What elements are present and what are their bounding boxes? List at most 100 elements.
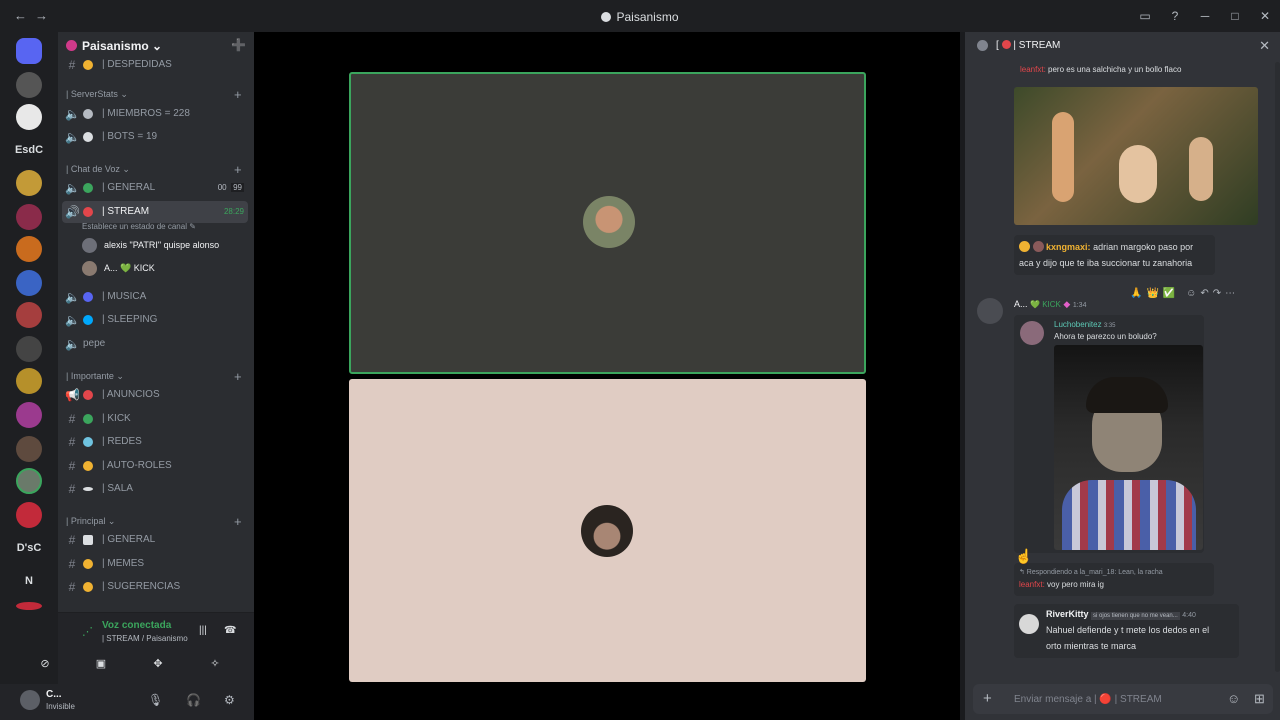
channel-general[interactable]: # | GENERAL — [62, 529, 248, 551]
close-icon[interactable]: ✕ — [1259, 38, 1270, 54]
server-icon-text[interactable]: N — [10, 575, 48, 587]
server-icon[interactable] — [16, 270, 42, 296]
voice-channel-musica[interactable]: 🔈 | MUSICA — [62, 286, 248, 308]
add-attachment-icon[interactable]: + — [983, 690, 992, 707]
channel-sugerencias[interactable]: # | SUGERENCIAS — [62, 576, 248, 598]
message-author[interactable]: leanfxt: — [1020, 65, 1046, 74]
scrollbar[interactable] — [1275, 62, 1280, 672]
voice-channel-sleeping[interactable]: 🔈 | SLEEPING — [62, 309, 248, 331]
channel-bots[interactable]: 🔈 | BOTS = 19 — [62, 126, 248, 148]
noise-suppression-icon[interactable]: ||| — [199, 625, 207, 636]
signal-icon[interactable]: ⋰ — [82, 625, 93, 638]
message-author[interactable]: kxngmaxi: — [1046, 242, 1091, 252]
soundboard-icon[interactable]: ✧ — [204, 657, 226, 670]
inbox-icon[interactable]: ▭ — [1130, 9, 1160, 23]
camera-off-icon[interactable]: ⊘ — [34, 657, 56, 670]
message-text: orto mientras te marca — [1046, 641, 1137, 651]
discord-home-icon[interactable] — [16, 38, 42, 64]
channel-status-prompt[interactable]: Establece un estado de canal ✎ — [82, 222, 196, 231]
server-list: EsdC D'sC N — [0, 32, 58, 720]
reply-reference[interactable]: ↰ Respondiendo a la_mari_18: Lean, la ra… — [1019, 568, 1163, 576]
server-icon[interactable] — [16, 336, 42, 362]
server-name[interactable]: Paisanismo ⌄ — [82, 39, 162, 53]
category-importante[interactable]: | Importante ⌄ + — [66, 369, 242, 384]
channel-anuncios[interactable]: 📢 | ANUNCIOS — [62, 384, 248, 406]
voice-action-bar: ⊘ ▣ ✥ ✧ — [40, 653, 254, 677]
webcam-image[interactable] — [1054, 345, 1203, 550]
channel-memes[interactable]: # | MEMES — [62, 553, 248, 575]
server-icon[interactable] — [16, 170, 42, 196]
server-icon-active[interactable] — [16, 468, 42, 494]
server-icon-text[interactable]: EsdC — [10, 144, 48, 156]
add-channel-icon[interactable]: + — [234, 369, 242, 384]
server-header[interactable]: Paisanismo ⌄ ➕ — [58, 32, 254, 58]
zzz-icon — [83, 315, 93, 325]
category-chat-de-voz[interactable]: | Chat de Voz ⌄ + — [66, 162, 242, 177]
message-author[interactable]: A... — [1014, 299, 1028, 309]
channel-despedidas[interactable]: # | DESPEDIDAS — [62, 58, 248, 72]
input-placeholder[interactable]: Enviar mensaje a | 🔴 | STREAM — [1014, 694, 1162, 705]
category-serverstats[interactable]: | ServerStats ⌄ + — [66, 87, 242, 102]
server-icon[interactable] — [16, 204, 42, 230]
channel-redes[interactable]: # | REDES — [62, 431, 248, 453]
speaker-icon: 🔈 — [65, 107, 80, 121]
quoted-author[interactable]: Luchobenitez — [1054, 320, 1102, 329]
voice-channel-link[interactable]: | STREAM / Paisanismo — [102, 634, 188, 643]
channel-miembros[interactable]: 🔈 | MIEMBROS = 228 — [62, 103, 248, 125]
disconnect-icon[interactable]: ☎ — [224, 625, 236, 636]
hash-icon: # — [68, 58, 76, 72]
shirt — [1062, 480, 1196, 550]
server-icon-text[interactable]: D'sC — [10, 542, 48, 554]
voice-channel-stream[interactable]: 🔊 | STREAM 28:29 — [62, 201, 248, 223]
server-icon[interactable] — [16, 436, 42, 462]
add-channel-icon[interactable]: + — [234, 162, 242, 177]
user-name[interactable]: C... — [46, 689, 62, 700]
voice-user[interactable]: alexis "PATRI" quispe alonso — [82, 236, 242, 256]
channel-sala[interactable]: # | SALA — [62, 478, 248, 500]
add-channel-icon[interactable]: + — [234, 87, 242, 102]
message-author[interactable]: RiverKitty — [1046, 609, 1089, 619]
avatar[interactable] — [20, 690, 40, 710]
server-icon[interactable] — [16, 502, 42, 528]
avatar[interactable] — [977, 298, 1003, 324]
gear-icon[interactable]: ⚙ — [224, 693, 235, 707]
server-icon[interactable] — [16, 104, 42, 130]
add-channel-icon[interactable]: + — [234, 514, 242, 529]
megaphone-icon: 📢 — [65, 388, 80, 402]
movie-still-image[interactable] — [1014, 87, 1258, 225]
close-button[interactable]: ✕ — [1250, 9, 1280, 23]
music-icon — [83, 292, 93, 302]
category-label: | Chat de Voz ⌄ — [66, 164, 130, 174]
minimize-button[interactable]: ─ — [1190, 9, 1220, 23]
voice-channel-general[interactable]: 🔈 | GENERAL 00 99 — [62, 177, 248, 199]
emoji-icon[interactable]: ☺ — [1227, 691, 1240, 706]
channel-auto-roles[interactable]: # | AUTO-ROLES — [62, 455, 248, 477]
category-principal[interactable]: | Principal ⌄ + — [66, 514, 242, 529]
help-icon[interactable]: ? — [1160, 9, 1190, 23]
server-icon[interactable] — [16, 302, 42, 328]
channel-name: | REDES — [102, 436, 142, 447]
participant-tile-speaking[interactable] — [349, 72, 866, 374]
server-icon[interactable] — [16, 236, 42, 262]
role-badge: 💚 KICK — [1030, 300, 1061, 309]
activities-icon[interactable]: ✥ — [147, 657, 169, 670]
server-icon[interactable] — [16, 402, 42, 428]
server-icon[interactable] — [16, 368, 42, 394]
voice-user[interactable]: A... 💚 KICK — [82, 259, 242, 279]
microphone-icon[interactable]: 🎙 — [148, 693, 163, 707]
message-input[interactable]: + Enviar mensaje a | 🔴 | STREAM ☺ ⊞ — [973, 684, 1273, 714]
channel-kick[interactable]: # | KICK — [62, 408, 248, 430]
person-add-icon[interactable]: ➕ — [231, 38, 246, 52]
message-author[interactable]: leanfxt: — [1019, 580, 1045, 589]
apps-icon[interactable]: ⊞ — [1254, 691, 1265, 707]
channel-name: | MUSICA — [102, 291, 147, 302]
server-icon[interactable] — [16, 72, 42, 98]
server-icon[interactable] — [16, 602, 42, 610]
participant-tile[interactable] — [349, 379, 866, 682]
voice-channel-pepe[interactable]: 🔈 pepe — [62, 333, 248, 355]
headphones-icon[interactable]: 🎧 — [186, 693, 201, 707]
maximize-button[interactable]: □ — [1220, 9, 1250, 23]
message-hover-toolbar[interactable]: 🙏👑✅ ☺↶↷⋯ — [1130, 288, 1239, 299]
screen-share-icon[interactable]: ▣ — [90, 657, 112, 670]
timestamp: 1:34 — [1072, 302, 1087, 309]
